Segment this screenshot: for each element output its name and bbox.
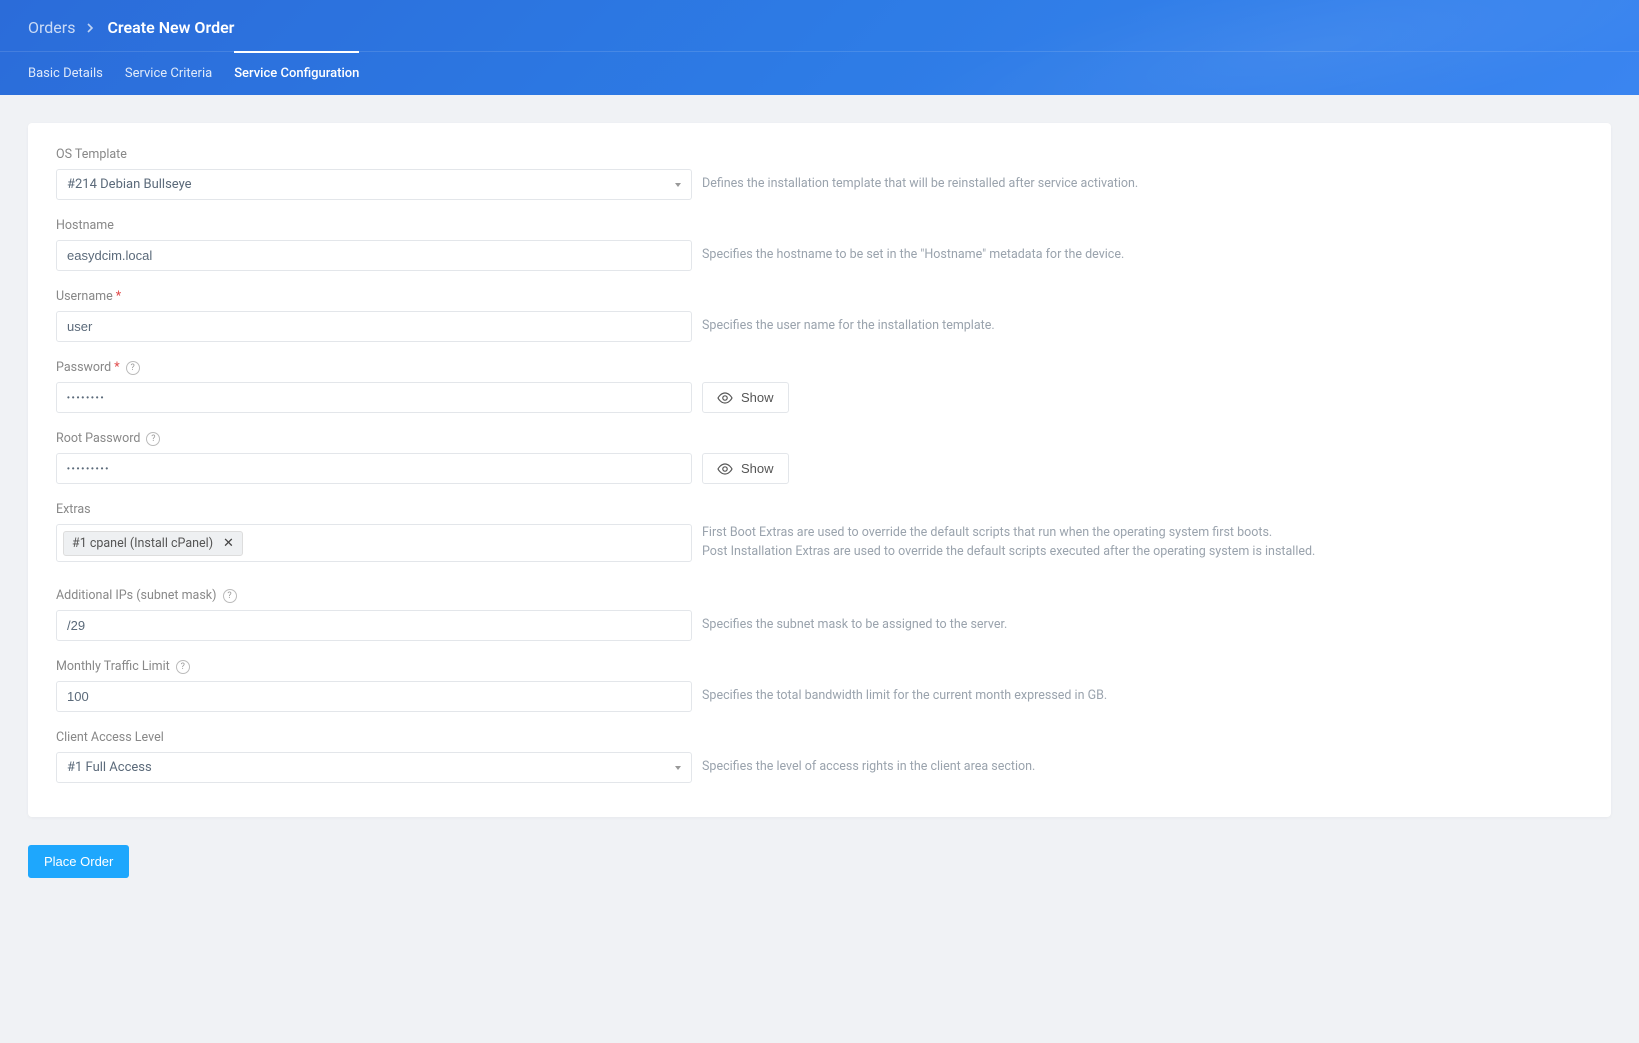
label-text: Username — [56, 289, 113, 304]
desc-additional-ips: Specifies the subnet mask to be assigned… — [702, 616, 1007, 635]
password-input[interactable] — [56, 382, 692, 413]
help-icon[interactable]: ? — [126, 361, 140, 375]
label-text: Hostname — [56, 218, 114, 233]
desc-hostname: Specifies the hostname to be set in the … — [702, 246, 1124, 265]
desc-traffic: Specifies the total bandwidth limit for … — [702, 687, 1107, 706]
help-icon[interactable]: ? — [176, 660, 190, 674]
desc-access-level: Specifies the level of access rights in … — [702, 758, 1035, 777]
place-order-button[interactable]: Place Order — [28, 845, 129, 878]
show-label: Show — [741, 461, 774, 476]
show-password-button[interactable]: Show — [702, 382, 789, 413]
select-value: #1 Full Access — [67, 760, 152, 775]
page-header: Orders Create New Order Basic Details Se… — [0, 0, 1639, 95]
desc-os-template: Defines the installation template that w… — [702, 175, 1138, 194]
breadcrumb-root-link[interactable]: Orders — [28, 18, 75, 37]
show-root-password-button[interactable]: Show — [702, 453, 789, 484]
close-icon[interactable]: ✕ — [223, 537, 234, 550]
required-marker: * — [116, 289, 121, 304]
label-text: Extras — [56, 502, 91, 517]
field-os-template: OS Template #214 Debian Bullseye Defines… — [56, 147, 1583, 200]
label-text: Additional IPs (subnet mask) — [56, 588, 217, 603]
label-additional-ips: Additional IPs (subnet mask) ? — [56, 588, 1583, 603]
label-text: Client Access Level — [56, 730, 164, 745]
select-value: #214 Debian Bullseye — [67, 177, 192, 192]
label-hostname: Hostname — [56, 218, 1583, 233]
field-hostname: Hostname Specifies the hostname to be se… — [56, 218, 1583, 271]
extras-tag-input[interactable]: #1 cpanel (Install cPanel) ✕ — [56, 524, 692, 562]
label-text: Root Password — [56, 431, 140, 446]
tab-service-configuration[interactable]: Service Configuration — [234, 52, 359, 95]
help-icon[interactable]: ? — [223, 589, 237, 603]
field-password: Password * ? Show — [56, 360, 1583, 413]
os-template-select[interactable]: #214 Debian Bullseye — [56, 169, 692, 200]
traffic-input[interactable] — [56, 681, 692, 712]
desc-line: First Boot Extras are used to override t… — [702, 524, 1315, 543]
footer: Place Order — [0, 845, 1639, 906]
label-root-password: Root Password ? — [56, 431, 1583, 446]
username-input[interactable] — [56, 311, 692, 342]
breadcrumb-current: Create New Order — [107, 18, 234, 37]
help-icon[interactable]: ? — [146, 432, 160, 446]
additional-ips-input[interactable] — [56, 610, 692, 641]
caret-down-icon — [675, 766, 681, 770]
form-card: OS Template #214 Debian Bullseye Defines… — [28, 123, 1611, 817]
label-text: OS Template — [56, 147, 127, 162]
field-additional-ips: Additional IPs (subnet mask) ? Specifies… — [56, 588, 1583, 641]
tabs: Basic Details Service Criteria Service C… — [0, 51, 1639, 95]
extras-tag: #1 cpanel (Install cPanel) ✕ — [63, 531, 243, 556]
caret-down-icon — [675, 183, 681, 187]
label-access-level: Client Access Level — [56, 730, 1583, 745]
desc-line: Post Installation Extras are used to ove… — [702, 543, 1315, 562]
desc-extras: First Boot Extras are used to override t… — [702, 524, 1315, 562]
label-text: Password — [56, 360, 111, 375]
label-password: Password * ? — [56, 360, 1583, 375]
tab-service-criteria[interactable]: Service Criteria — [125, 52, 212, 95]
show-label: Show — [741, 390, 774, 405]
access-level-select[interactable]: #1 Full Access — [56, 752, 692, 783]
field-extras: Extras #1 cpanel (Install cPanel) ✕ Firs… — [56, 502, 1583, 562]
root-password-input[interactable] — [56, 453, 692, 484]
field-username: Username * Specifies the user name for t… — [56, 289, 1583, 342]
eye-icon — [717, 390, 733, 406]
tab-basic-details[interactable]: Basic Details — [28, 52, 103, 95]
required-marker: * — [114, 360, 119, 375]
tag-label: #1 cpanel (Install cPanel) — [72, 536, 213, 551]
field-root-password: Root Password ? Show — [56, 431, 1583, 484]
label-traffic: Monthly Traffic Limit ? — [56, 659, 1583, 674]
eye-icon — [717, 461, 733, 477]
field-traffic-limit: Monthly Traffic Limit ? Specifies the to… — [56, 659, 1583, 712]
breadcrumb: Orders Create New Order — [0, 0, 1639, 51]
field-access-level: Client Access Level #1 Full Access Speci… — [56, 730, 1583, 783]
label-extras: Extras — [56, 502, 1583, 517]
label-os-template: OS Template — [56, 147, 1583, 162]
label-username: Username * — [56, 289, 1583, 304]
chevron-right-icon — [87, 18, 95, 37]
label-text: Monthly Traffic Limit — [56, 659, 170, 674]
hostname-input[interactable] — [56, 240, 692, 271]
content: OS Template #214 Debian Bullseye Defines… — [0, 95, 1639, 845]
desc-username: Specifies the user name for the installa… — [702, 317, 995, 336]
